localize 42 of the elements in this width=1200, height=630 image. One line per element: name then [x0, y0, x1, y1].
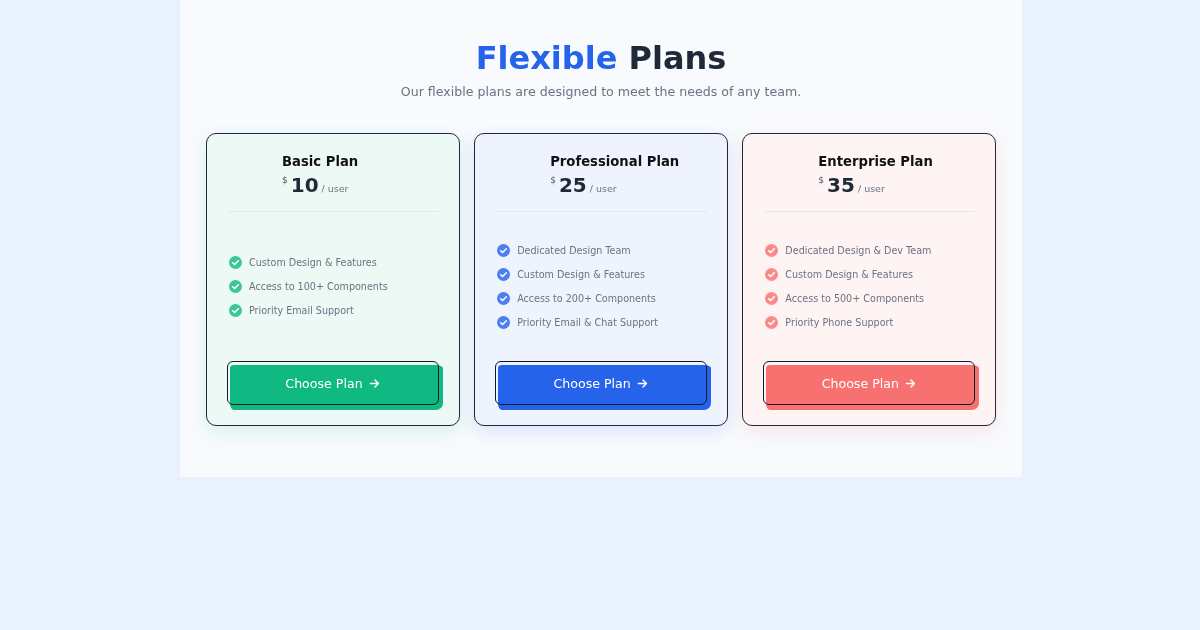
check-circle-icon: [497, 291, 511, 305]
check-circle-icon: [497, 268, 511, 282]
price-amount: 35: [827, 173, 855, 197]
page-title: Flexible Plans: [474, 38, 728, 79]
feature-text: Dedicated Design & Dev Team: [785, 245, 932, 257]
arrow-right-icon: [368, 377, 380, 389]
feature-text: Access to 500+ Components: [785, 292, 924, 304]
check-circle-icon: [765, 291, 779, 305]
price-currency: $: [282, 175, 288, 185]
feature-text: Priority Email Support: [249, 304, 354, 316]
check-circle-icon: [765, 244, 779, 258]
feature-text: Custom Design & Features: [517, 269, 645, 281]
check-circle-icon: [229, 280, 242, 293]
price-currency: $: [818, 175, 825, 185]
choose-plan-button[interactable]: Choose Plan: [227, 361, 443, 410]
price-period: / user: [857, 183, 885, 194]
feature-text: Dedicated Design Team: [517, 245, 631, 257]
price-amount: 10: [290, 173, 319, 197]
choose-plan-button[interactable]: Choose Plan: [763, 361, 980, 410]
price-currency: $: [550, 175, 556, 185]
page-subtitle: Our flexible plans are designed to meet the needs of any team.: [399, 83, 803, 101]
choose-plan-button[interactable]: Choose Plan: [495, 361, 712, 410]
feature-text: Custom Design & Features: [249, 257, 377, 269]
plan-name: Professional Plan: [550, 153, 681, 171]
feature-text: Priority Phone Support: [785, 316, 894, 328]
check-circle-icon: [765, 268, 779, 282]
check-circle-icon: [497, 315, 511, 329]
check-circle-icon: [497, 244, 511, 258]
arrow-right-icon: [636, 377, 648, 389]
feature-text: Custom Design & Features: [785, 269, 914, 281]
plan-name: Basic Plan: [282, 153, 360, 171]
check-circle-icon: [765, 315, 779, 329]
price-amount: 25: [558, 173, 587, 197]
plan-name: Enterprise Plan: [818, 153, 934, 171]
price-period: / user: [589, 183, 617, 194]
check-circle-icon: [229, 256, 242, 270]
feature-text: Access to 200+ Components: [517, 292, 656, 304]
feature-text: Priority Email & Chat Support: [517, 316, 658, 328]
price-period: / user: [321, 183, 349, 194]
check-circle-icon: [229, 303, 242, 317]
feature-text: Access to 100+ Components: [249, 281, 388, 292]
arrow-right-icon: [905, 377, 916, 389]
